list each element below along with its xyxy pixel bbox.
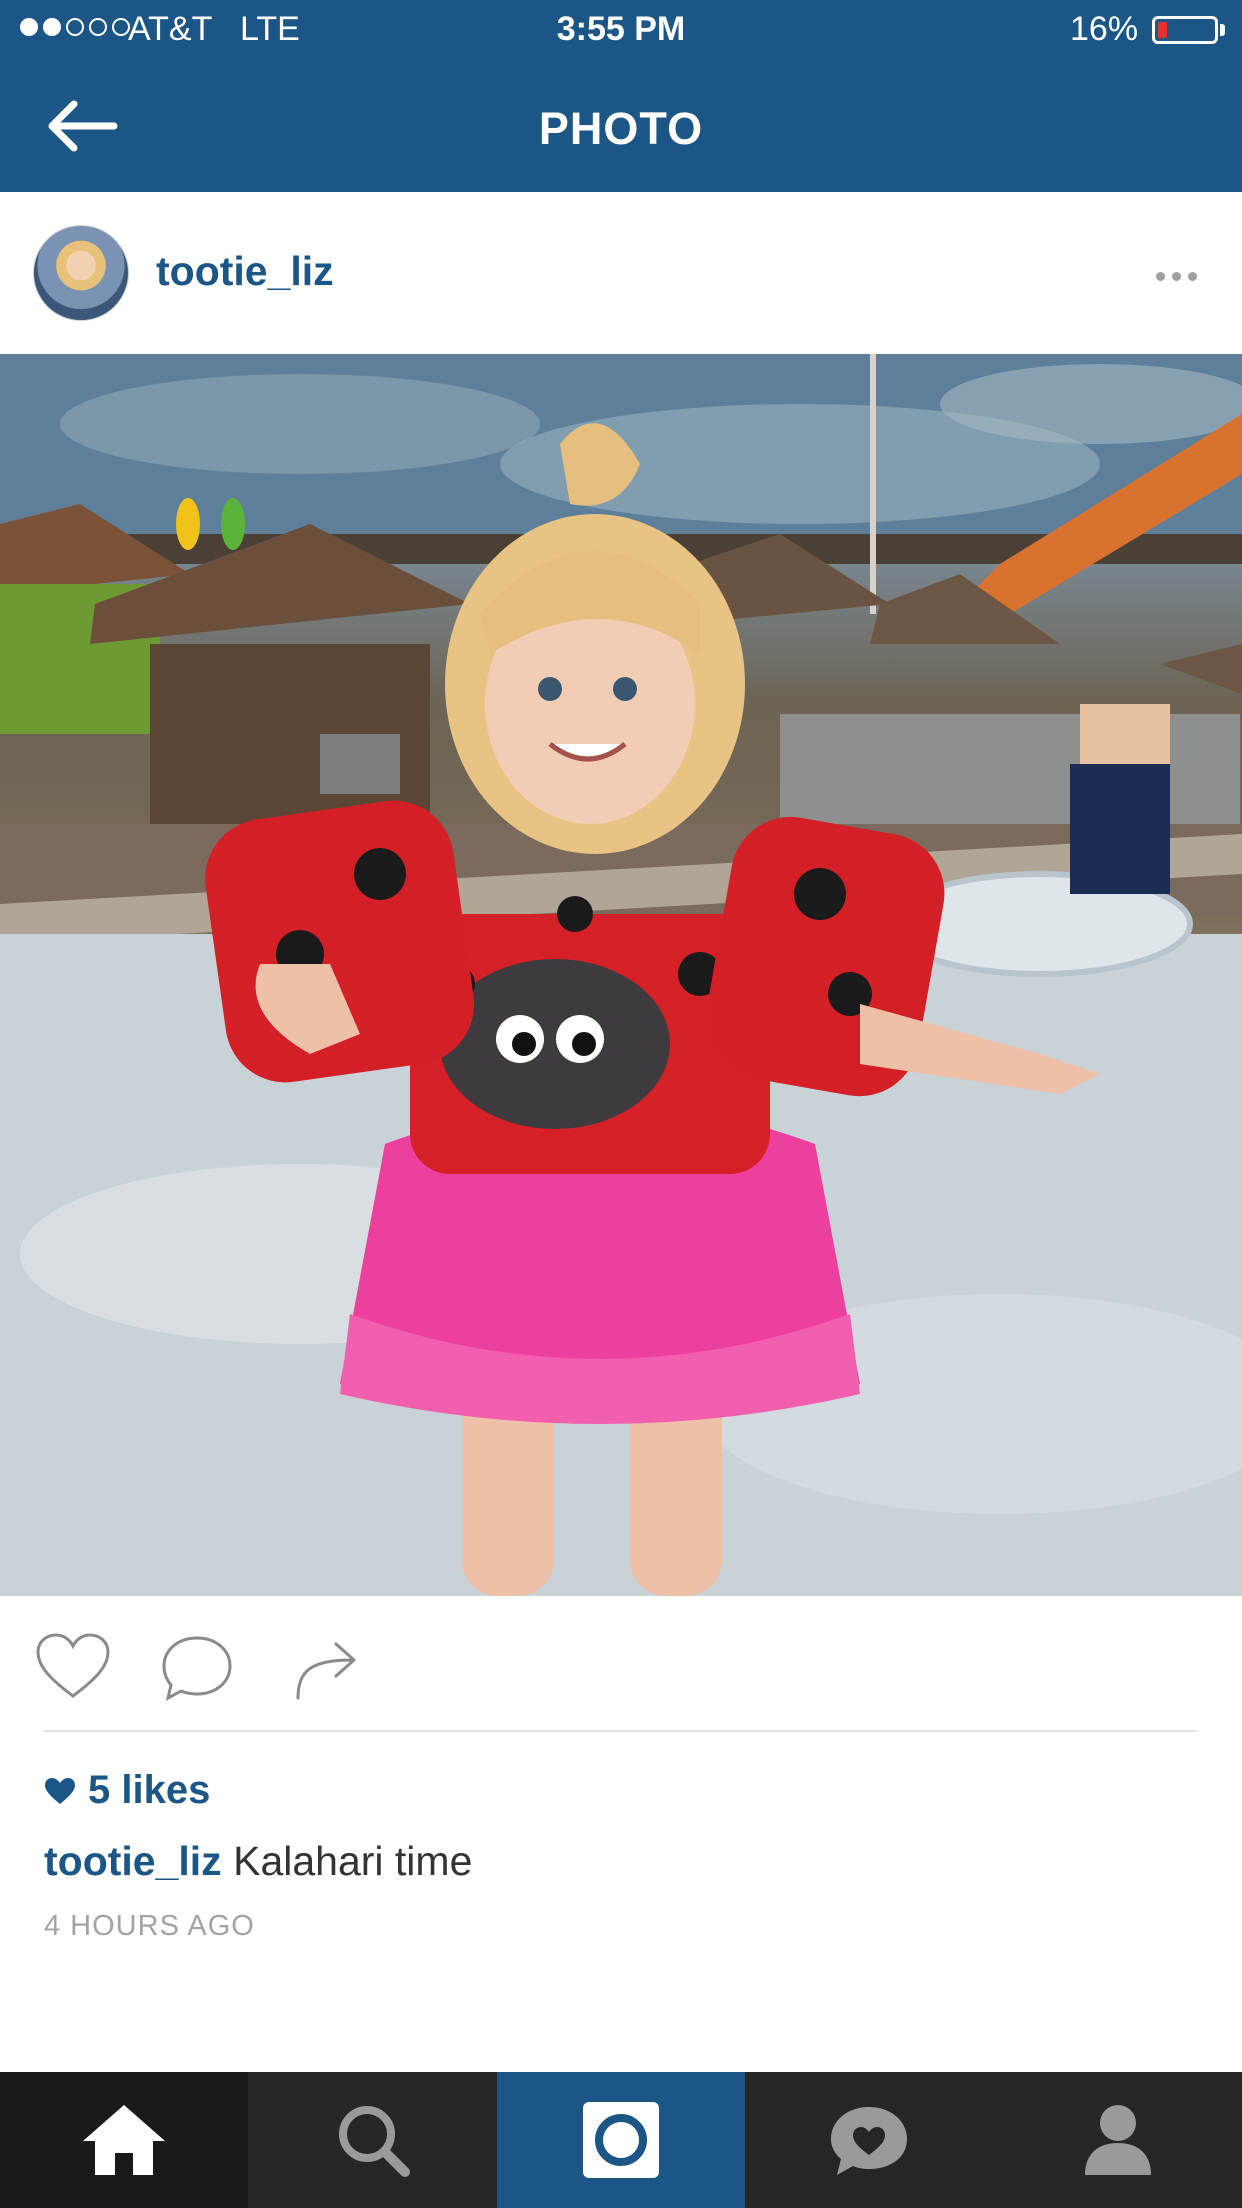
top-bar: AT&T LTE 3:55 PM 16% PHOTO xyxy=(0,0,1242,192)
share-icon[interactable] xyxy=(290,1632,368,1702)
post-actions xyxy=(0,1596,1242,1732)
search-icon xyxy=(338,2106,410,2177)
profile-icon xyxy=(1084,2105,1151,2175)
activity-icon xyxy=(831,2107,908,2175)
battery-nub xyxy=(1220,24,1225,36)
tab-bar xyxy=(0,2072,1242,2208)
caption-text: Kalahari time xyxy=(233,1838,473,1884)
post-header: tootie_liz xyxy=(0,192,1242,354)
actions-divider xyxy=(44,1730,1198,1732)
heart-icon[interactable] xyxy=(34,1632,112,1702)
tab-search[interactable] xyxy=(248,2072,496,2208)
camera-icon xyxy=(582,2102,659,2178)
page-title: PHOTO xyxy=(538,103,704,154)
post-username[interactable]: tootie_liz xyxy=(156,248,334,295)
post-photo[interactable] xyxy=(0,354,1242,1596)
status-bar: AT&T LTE 3:55 PM 16% xyxy=(0,0,1242,62)
photo-scene xyxy=(0,354,1242,1596)
battery-icon xyxy=(1152,16,1218,44)
caption-username[interactable]: tootie_liz xyxy=(44,1838,222,1884)
comment-icon[interactable] xyxy=(158,1632,236,1702)
tab-camera[interactable] xyxy=(496,2072,746,2208)
post-timestamp: 4 HOURS AGO xyxy=(44,1910,255,1942)
battery-percent: 16% xyxy=(1070,10,1139,48)
post-caption: tootie_liz Kalahari time xyxy=(44,1838,472,1885)
likes-label: 5 likes xyxy=(88,1768,211,1812)
tab-activity[interactable] xyxy=(745,2072,993,2208)
home-icon xyxy=(83,2105,166,2175)
more-options-icon[interactable] xyxy=(1156,272,1197,281)
tab-home[interactable] xyxy=(0,2072,249,2208)
likes-heart-icon xyxy=(45,1777,75,1804)
avatar[interactable] xyxy=(33,225,129,321)
tab-profile[interactable] xyxy=(994,2072,1242,2208)
status-time: 3:55 PM xyxy=(556,10,686,48)
likes-count[interactable]: 5 likes xyxy=(44,1768,210,1813)
